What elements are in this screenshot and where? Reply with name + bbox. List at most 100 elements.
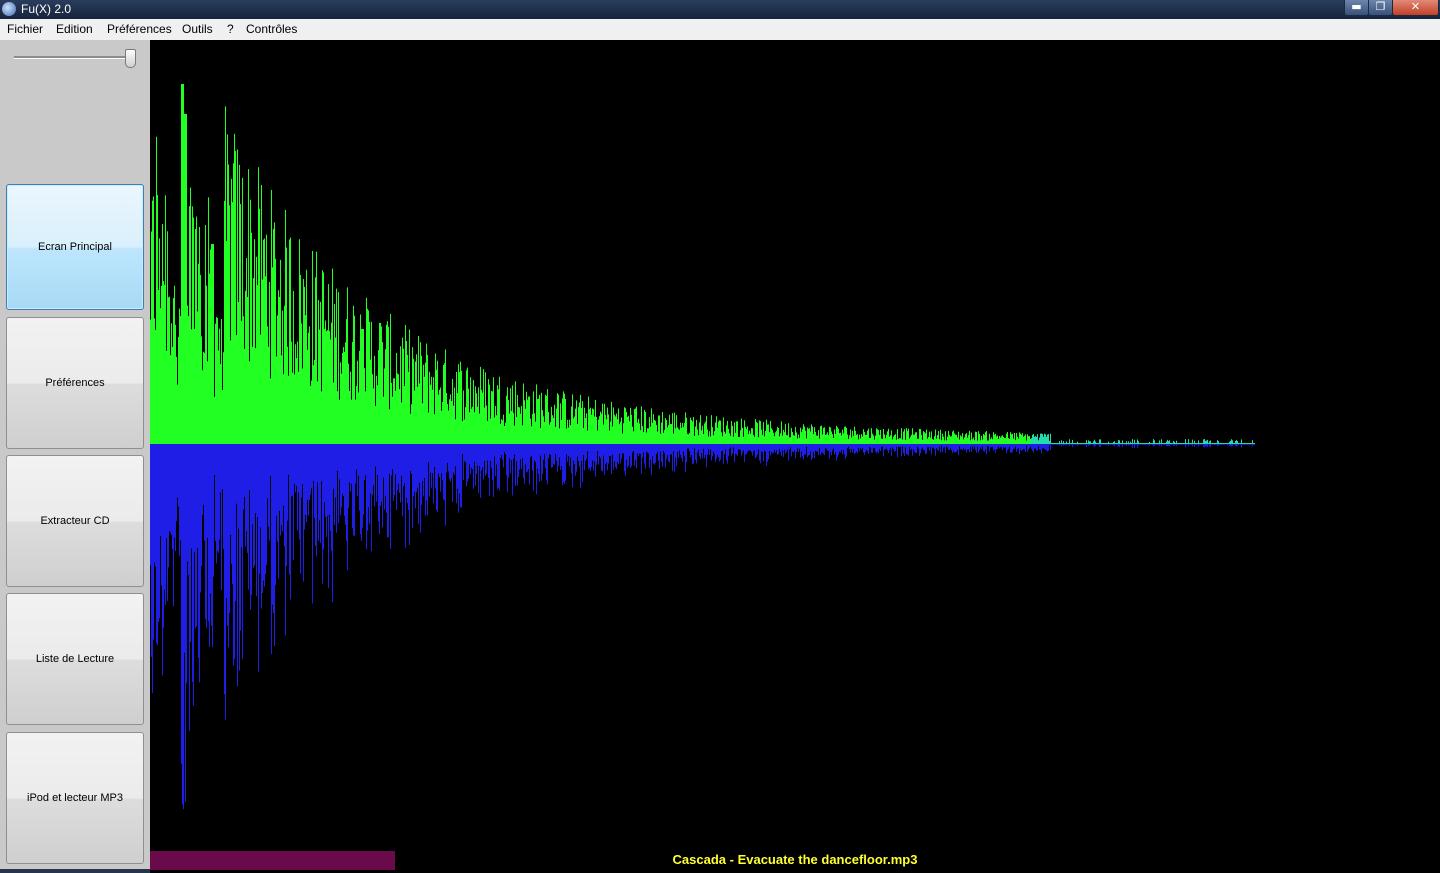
spectrum-bar-bottom — [1168, 444, 1169, 447]
spectrum-bar-bottom — [160, 444, 161, 536]
spectrum-bar-bottom — [634, 444, 635, 466]
spectrum-bar-bottom — [426, 444, 427, 501]
spectrum-bar-bottom — [940, 444, 941, 453]
spectrum-bar-top — [432, 389, 433, 444]
spectrum-bar-top — [305, 315, 306, 444]
spectrum-bar-top — [838, 428, 839, 444]
menu-help[interactable]: ? — [227, 22, 234, 37]
spectrum-bar-top — [958, 431, 959, 444]
maximize-button[interactable]: ❐ — [1368, 0, 1393, 16]
spectrum-bar-top — [510, 388, 511, 444]
spectrum-bar-bottom — [929, 444, 930, 451]
close-button[interactable]: ✕ — [1392, 0, 1439, 16]
playback-progress-bar[interactable] — [150, 851, 395, 870]
spectrum-bar-top — [1129, 443, 1130, 444]
spectrum-bar-bottom — [647, 444, 648, 453]
spectrum-bar-bottom — [458, 444, 459, 513]
spectrum-bar-bottom — [1176, 444, 1177, 446]
spectrum-bar-bottom — [749, 444, 750, 451]
spectrum-bar-bottom — [846, 444, 847, 457]
nav-button-ecran-principal[interactable]: Ecran Principal — [6, 184, 144, 310]
spectrum-bar-top — [540, 428, 541, 444]
spectrum-bar-top — [1123, 443, 1124, 444]
spectrum-bar-bottom — [809, 444, 810, 455]
spectrum-bar-bottom — [573, 444, 574, 461]
spectrum-bar-top — [541, 392, 542, 444]
spectrum-bar-top — [1239, 443, 1240, 444]
spectrum-bar-top — [488, 379, 489, 444]
globe-icon[interactable] — [2, 2, 16, 16]
nav-button-ipod[interactable]: iPod et lecteur MP3 — [6, 732, 144, 864]
spectrum-bar-top — [572, 394, 573, 444]
spectrum-bar-top — [803, 424, 804, 444]
spectrum-bar-bottom — [670, 444, 671, 455]
spectrum-bar-bottom — [810, 444, 811, 452]
spectrum-bar-top — [1007, 432, 1008, 444]
spectrum-bar-bottom — [463, 444, 464, 481]
spectrum-bar-bottom — [666, 444, 667, 459]
spectrum-bar-bottom — [689, 444, 690, 452]
spectrum-bar-top — [784, 432, 785, 444]
spectrum-bar-top — [419, 383, 420, 444]
spectrum-bar-bottom — [1015, 444, 1016, 447]
spectrum-bar-top — [670, 424, 671, 444]
nav-button-liste-de-lecture[interactable]: Liste de Lecture — [6, 593, 144, 725]
spectrum-bar-top — [1175, 443, 1176, 444]
spectrum-bar-bottom — [314, 444, 315, 519]
nav-button-preferences[interactable]: Préférences — [6, 317, 144, 449]
title-bar[interactable]: Fu(X) 2.0 ▬ ❐ ✕ — [0, 0, 1440, 19]
spectrum-bar-bottom — [399, 444, 400, 493]
spectrum-bar-bottom — [640, 444, 641, 455]
spectrum-bar-top — [918, 438, 919, 444]
spectrum-bar-top — [1220, 443, 1221, 444]
menu-preferences[interactable]: Préférences — [107, 22, 172, 37]
spectrum-bar-bottom — [254, 444, 255, 566]
spectrum-bar-top — [1098, 443, 1099, 444]
spectrum-bar-bottom — [893, 444, 894, 450]
spectrum-bar-top — [534, 413, 535, 444]
spectrum-bar-bottom — [401, 444, 402, 476]
spectrum-bar-top — [265, 276, 266, 444]
spectrum-bar-bottom — [392, 444, 393, 470]
spectrum-bar-bottom — [265, 444, 266, 575]
spectrum-bar-top — [968, 435, 969, 444]
spectrum-bar-top — [739, 436, 740, 444]
spectrum-bar-top — [801, 432, 802, 444]
spectrum-bar-bottom — [706, 444, 707, 468]
spectrum-bar-bottom — [916, 444, 917, 453]
minimize-button[interactable]: ▬ — [1344, 0, 1369, 16]
spectrum-bar-top — [289, 239, 290, 444]
spectrum-bar-top — [877, 429, 878, 444]
menu-edition[interactable]: Edition — [56, 22, 93, 37]
spectrum-bar-top — [528, 396, 529, 444]
spectrum-bar-top — [570, 425, 571, 444]
spectrum-bar-top — [1042, 434, 1043, 444]
spectrum-bar-bottom — [1002, 444, 1003, 451]
spectrum-bar-bottom — [449, 444, 450, 480]
menu-fichier[interactable]: Fichier — [7, 22, 43, 37]
spectrum-bar-bottom — [344, 444, 345, 517]
spectrum-bar-top — [256, 256, 257, 444]
spectrum-bar-top — [709, 431, 710, 444]
spectrum-bar-bottom — [752, 444, 753, 456]
spectrum-bar-top — [603, 424, 604, 444]
spectrum-bar-top — [275, 258, 276, 444]
nav-button-extracteur-cd[interactable]: Extracteur CD — [6, 455, 144, 587]
spectrum-bar-top — [904, 429, 905, 444]
spectrum-bar-top — [820, 426, 821, 444]
menu-outils[interactable]: Outils — [182, 22, 213, 37]
menu-controles[interactable]: Contrôles — [246, 22, 297, 37]
spectrum-bar-bottom — [1095, 444, 1096, 446]
spectrum-bar-top — [1086, 440, 1087, 444]
spectrum-bar-bottom — [554, 444, 555, 465]
spectrum-bar-top — [967, 437, 968, 444]
spectrum-bar-top — [867, 430, 868, 444]
volume-slider-thumb[interactable] — [125, 49, 136, 68]
spectrum-bar-bottom — [246, 444, 247, 532]
spectrum-bar-bottom — [709, 444, 710, 456]
spectrum-bar-bottom — [174, 444, 175, 538]
spectrum-bar-bottom — [802, 444, 803, 457]
volume-slider-track[interactable] — [14, 56, 132, 59]
spectrum-bar-bottom — [968, 444, 969, 450]
spectrum-bar-top — [446, 393, 447, 444]
